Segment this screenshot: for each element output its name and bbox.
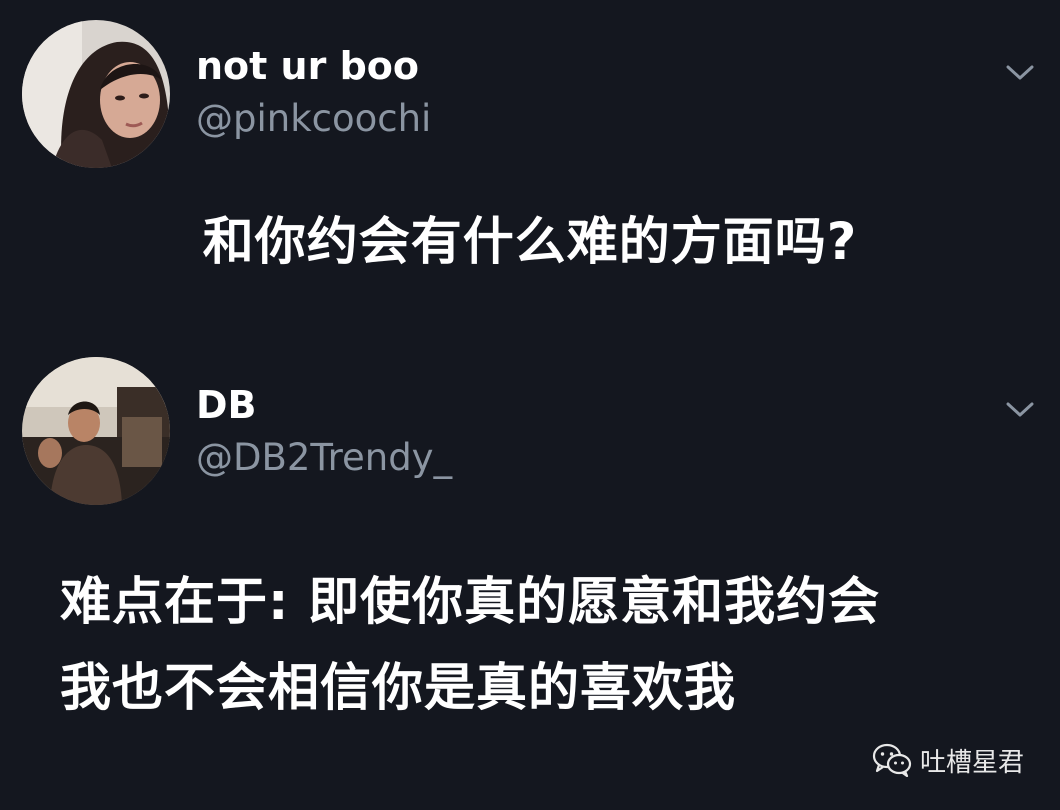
profile-photo-man [22, 357, 170, 505]
chevron-down-icon[interactable] [1002, 60, 1038, 84]
display-name[interactable]: not ur boo [196, 44, 419, 88]
profile-photo-woman [22, 20, 170, 168]
wechat-icon [872, 743, 912, 777]
watermark: 吐槽星君 [872, 740, 1024, 780]
user-handle[interactable]: @DB2Trendy_ [196, 436, 452, 480]
tweet-text: 和你约会有什么难的方面吗? [202, 213, 858, 272]
tweet-text-line: 我也不会相信你是真的喜欢我 [60, 659, 737, 718]
tweet-card: DB @DB2Trendy_ 难点在于: 即使你真的愿意和我约会 我也不会相信你… [0, 345, 1060, 735]
tweet-text-line: 难点在于: 即使你真的愿意和我约会 [60, 573, 881, 632]
chevron-down-icon[interactable] [1002, 397, 1038, 421]
avatar[interactable] [22, 20, 170, 168]
user-handle[interactable]: @pinkcoochi [196, 97, 431, 141]
avatar[interactable] [22, 357, 170, 505]
watermark-label: 吐槽星君 [919, 747, 1024, 778]
tweet-text: 难点在于: 即使你真的愿意和我约会 我也不会相信你是真的喜欢我 [60, 560, 880, 732]
tweet-card: not ur boo @pinkcoochi 和你约会有什么难的方面吗? [0, 0, 1060, 330]
display-name[interactable]: DB [196, 383, 257, 427]
